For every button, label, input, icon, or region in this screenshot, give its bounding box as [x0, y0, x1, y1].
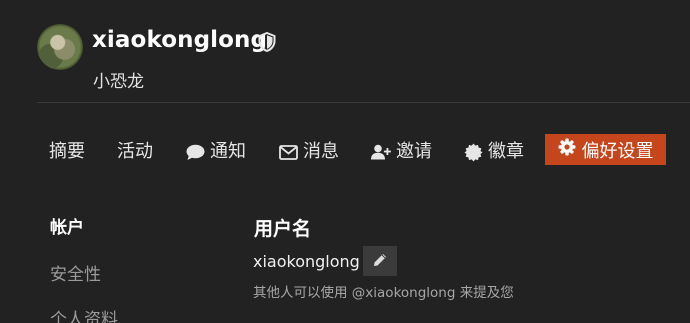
gear-icon	[558, 138, 576, 161]
user-full-name: 小恐龙	[93, 72, 144, 92]
nav-badges-label: 徽章	[488, 141, 524, 162]
pencil-icon	[373, 252, 387, 271]
header-divider	[37, 102, 690, 103]
nav-activity-label: 活动	[117, 141, 153, 162]
nav-summary[interactable]: 摘要	[49, 137, 85, 167]
user-plus-icon	[371, 144, 391, 160]
shield-icon	[258, 31, 276, 53]
nav-invites[interactable]: 邀请	[371, 137, 432, 167]
nav-notifications-label: 通知	[210, 141, 246, 162]
nav-summary-label: 摘要	[49, 141, 85, 162]
badge-icon	[464, 143, 483, 162]
username-hint: 其他人可以使用 @xiaokonglong 来提及您	[253, 285, 514, 301]
username-value: xiaokonglong	[253, 252, 360, 271]
comment-icon	[186, 144, 205, 161]
nav-activity[interactable]: 活动	[117, 137, 153, 167]
section-title-username: 用户名	[254, 218, 312, 240]
sidebar-item-security[interactable]: 安全性	[50, 260, 101, 285]
nav-invites-label: 邀请	[396, 141, 432, 162]
edit-username-button[interactable]	[363, 246, 397, 276]
nav-notifications[interactable]: 通知	[186, 137, 246, 167]
sidebar-item-account[interactable]: 帐户	[50, 213, 84, 238]
user-preferences-page: xiaokonglong 小恐龙 摘要 活动 通知 消息 邀请 徽章 偏好设置 …	[0, 0, 690, 323]
nav-messages-label: 消息	[303, 141, 339, 162]
nav-preferences-label: 偏好设置	[581, 140, 654, 162]
sidebar-item-profile[interactable]: 个人资料	[50, 305, 118, 323]
nav-messages[interactable]: 消息	[279, 137, 339, 167]
nav-preferences[interactable]: 偏好设置	[545, 134, 666, 165]
nav-badges[interactable]: 徽章	[464, 137, 524, 167]
avatar[interactable]	[37, 24, 83, 70]
username-title: xiaokonglong	[92, 27, 268, 53]
envelope-icon	[279, 144, 298, 160]
